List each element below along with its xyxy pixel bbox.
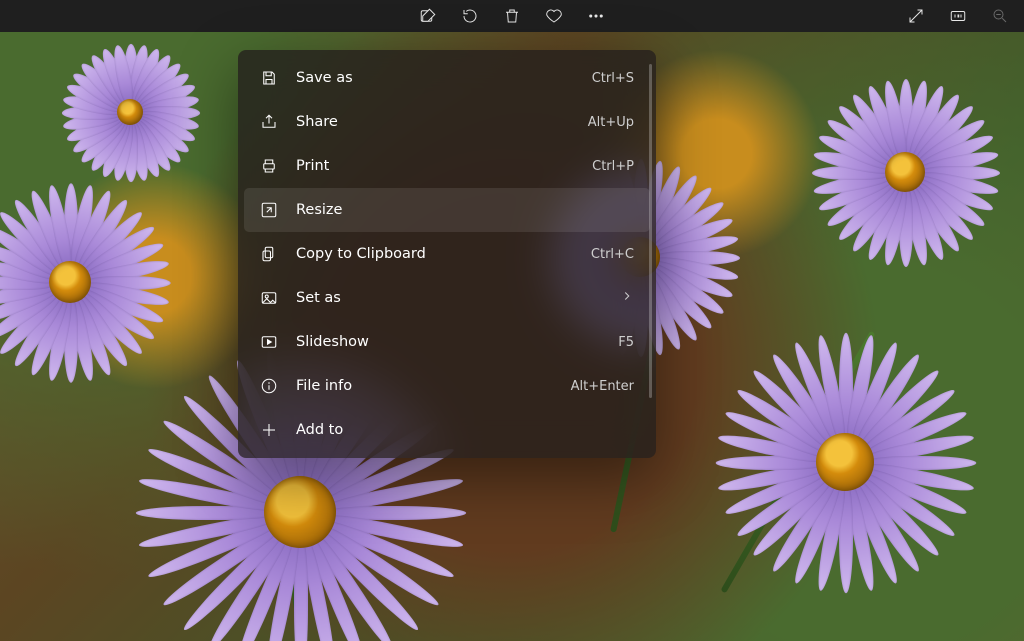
- flower: [300, 512, 301, 513]
- add-icon: [260, 421, 278, 439]
- flower: [905, 172, 906, 173]
- menu-item-slideshow[interactable]: SlideshowF5: [244, 320, 650, 364]
- rotate-icon[interactable]: [460, 6, 480, 26]
- context-menu: Save asCtrl+SShareAlt+UpPrintCtrl+PResiz…: [238, 50, 656, 458]
- menu-item-shortcut: F5: [618, 335, 634, 350]
- info-icon: [260, 377, 278, 395]
- menu-item-shortcut: Alt+Up: [588, 115, 634, 130]
- menu-item-label: Save as: [296, 70, 592, 86]
- menu-item-clipboard[interactable]: Copy to ClipboardCtrl+C: [244, 232, 650, 276]
- resize-icon: [260, 201, 278, 219]
- setas-icon: [260, 289, 278, 307]
- delete-icon[interactable]: [502, 6, 522, 26]
- zoom-out-icon[interactable]: [990, 6, 1010, 26]
- menu-item-shortcut: Ctrl+S: [592, 71, 634, 86]
- menu-item-shortcut: Ctrl+P: [592, 159, 634, 174]
- menu-item-label: Copy to Clipboard: [296, 246, 591, 262]
- flower: [130, 112, 131, 113]
- menu-item-label: Share: [296, 114, 588, 130]
- menu-item-save[interactable]: Save asCtrl+S: [244, 56, 650, 100]
- actual-size-icon[interactable]: [948, 6, 968, 26]
- menu-item-shortcut: Ctrl+C: [591, 247, 634, 262]
- more-icon[interactable]: [586, 6, 606, 26]
- flower: [845, 462, 846, 463]
- slideshow-icon: [260, 333, 278, 351]
- share-icon: [260, 113, 278, 131]
- top-toolbar: [0, 0, 1024, 32]
- menu-item-label: Slideshow: [296, 334, 618, 350]
- favorite-icon[interactable]: [544, 6, 564, 26]
- menu-item-print[interactable]: PrintCtrl+P: [244, 144, 650, 188]
- menu-item-label: Set as: [296, 290, 620, 306]
- menu-item-share[interactable]: ShareAlt+Up: [244, 100, 650, 144]
- save-icon: [260, 69, 278, 87]
- menu-item-label: Print: [296, 158, 592, 174]
- chevron-right-icon: [620, 289, 634, 307]
- menu-item-label: File info: [296, 378, 571, 394]
- fullscreen-icon[interactable]: [906, 6, 926, 26]
- menu-item-label: Resize: [296, 202, 634, 218]
- print-icon: [260, 157, 278, 175]
- menu-item-add[interactable]: Add to: [244, 408, 650, 452]
- menu-item-resize[interactable]: Resize: [244, 188, 650, 232]
- menu-item-shortcut: Alt+Enter: [571, 379, 634, 394]
- edit-image-icon[interactable]: [418, 6, 438, 26]
- menu-item-info[interactable]: File infoAlt+Enter: [244, 364, 650, 408]
- menu-item-label: Add to: [296, 422, 634, 438]
- clipboard-icon: [260, 245, 278, 263]
- flower: [70, 282, 71, 283]
- menu-item-setas[interactable]: Set as: [244, 276, 650, 320]
